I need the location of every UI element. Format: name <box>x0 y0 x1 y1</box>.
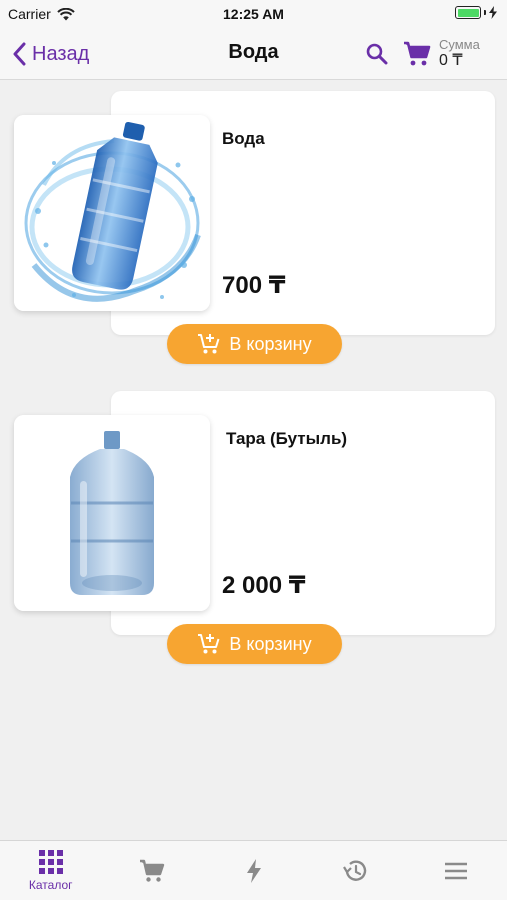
tab-cart[interactable] <box>101 841 202 900</box>
water-splash-bottle-image <box>14 115 210 311</box>
add-to-cart-label: В корзину <box>229 333 312 354</box>
status-bar: Carrier 12:25 AM <box>0 0 507 28</box>
cart-sum: Сумма 0 ₸ <box>439 37 480 70</box>
tab-promotions[interactable] <box>203 841 304 900</box>
search-button[interactable] <box>362 39 392 69</box>
battery-indicator <box>455 6 497 19</box>
cart-icon <box>140 859 165 882</box>
tab-catalog-label: Каталог <box>28 878 73 892</box>
product-card[interactable]: Вода 700 ₸ В корзину <box>0 91 507 381</box>
tab-catalog[interactable]: Каталог <box>0 841 101 900</box>
add-to-cart-icon <box>198 334 220 354</box>
add-to-cart-icon <box>198 634 220 654</box>
battery-icon <box>455 6 481 19</box>
add-to-cart-label: В корзину <box>229 633 312 654</box>
cart-summary-button[interactable]: Сумма 0 ₸ <box>403 37 480 71</box>
lightning-icon <box>246 858 261 883</box>
grid-icon <box>38 850 63 874</box>
cart-sum-label: Сумма <box>439 37 480 53</box>
history-icon <box>342 860 367 881</box>
status-time: 12:25 AM <box>223 6 284 22</box>
product-name[interactable]: Тара (Бутыль) <box>226 429 347 449</box>
menu-icon <box>445 862 468 879</box>
product-name[interactable]: Вода <box>222 129 265 149</box>
tab-menu[interactable] <box>406 841 507 900</box>
tab-bar: Каталог <box>0 840 507 900</box>
add-to-cart-button[interactable]: В корзину <box>167 624 342 664</box>
cart-icon <box>404 41 431 66</box>
cart-sum-value: 0 ₸ <box>439 52 463 70</box>
product-image[interactable] <box>14 115 210 311</box>
product-card[interactable]: Тара (Бутыль) 2 000 ₸ В корзину <box>0 391 507 681</box>
nav-bar: Назад Вода Сумма 0 ₸ <box>0 28 507 80</box>
product-image[interactable] <box>14 415 210 611</box>
charging-bolt-icon <box>489 6 497 19</box>
tab-history[interactable] <box>304 841 405 900</box>
product-price: 700 ₸ <box>222 272 286 299</box>
add-to-cart-button[interactable]: В корзину <box>167 324 342 364</box>
empty-water-bottle-image <box>14 415 210 611</box>
product-price: 2 000 ₸ <box>222 572 306 599</box>
search-icon <box>366 43 388 65</box>
